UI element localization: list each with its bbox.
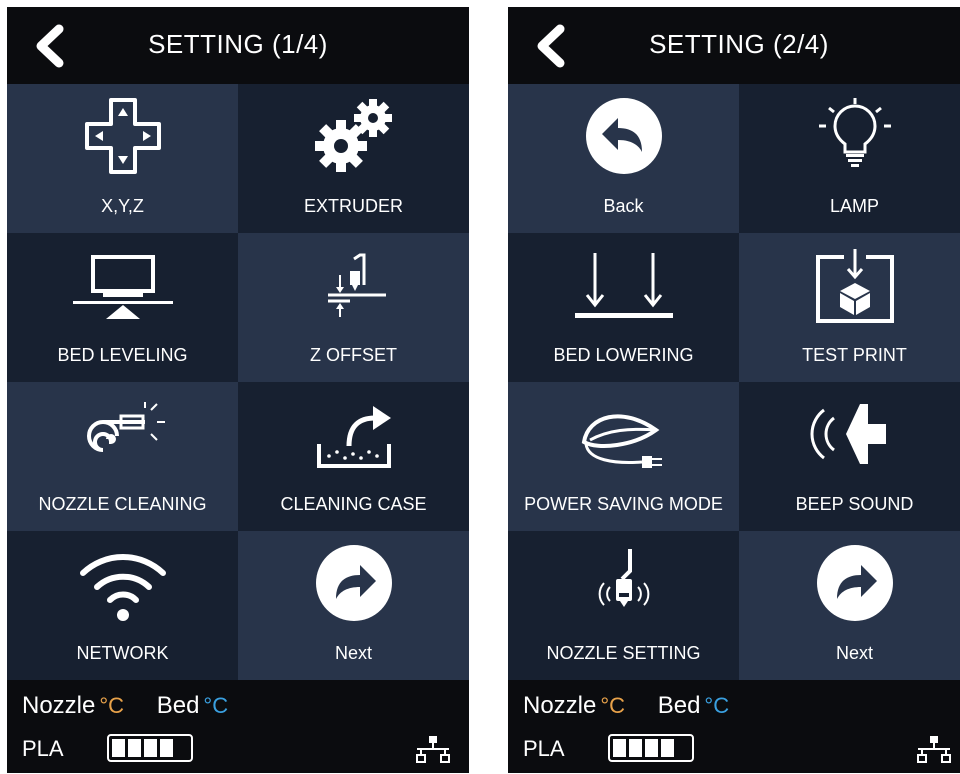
wifi-icon: [79, 554, 166, 621]
tile-label: X,Y,Z: [101, 196, 144, 216]
bed-lowering-icon: [574, 253, 673, 318]
tile-nozzle-cleaning[interactable]: NOZZLE CLEANING: [7, 382, 238, 531]
filament-level-indicator: [107, 734, 193, 762]
tile-label: CLEANING CASE: [280, 494, 427, 514]
settings-grid: Back LAMP BED LOWERING TEST PRINT POWER …: [508, 84, 960, 680]
tile-label: Back: [603, 196, 644, 216]
tile-next[interactable]: Next: [238, 531, 469, 680]
page-title: SETTING (2/4): [649, 29, 829, 59]
header: SETTING (2/4): [508, 7, 960, 84]
nozzle-label: Nozzle: [523, 692, 597, 719]
tile-nozzle-setting[interactable]: NOZZLE SETTING: [508, 531, 739, 680]
temperature-readout: Nozzle °C Bed °C: [523, 692, 733, 720]
tile-z-offset[interactable]: Z OFFSET: [238, 233, 469, 382]
nozzle-label: Nozzle: [22, 692, 96, 719]
tile-bed-leveling[interactable]: BED LEVELING: [7, 233, 238, 382]
power-saving-icon: [581, 414, 662, 468]
tile-extruder[interactable]: EXTRUDER: [238, 84, 469, 233]
tile-label: EXTRUDER: [303, 196, 403, 216]
tile-label: BEEP SOUND: [795, 494, 914, 514]
temperature-readout: Nozzle °C Bed °C: [22, 692, 232, 720]
bed-temp-unit: °C: [203, 693, 229, 718]
z-offset-icon: [327, 253, 386, 317]
tile-label: NETWORK: [76, 643, 169, 663]
tile-label: NOZZLE SETTING: [546, 643, 701, 663]
dpad-icon: [84, 98, 161, 174]
bed-label: Bed: [657, 692, 701, 719]
tile-bed-lowering[interactable]: BED LOWERING: [508, 233, 739, 382]
bed-temp-unit: °C: [704, 693, 730, 718]
setting-screen-2: SETTING (2/4) Back LAMP BED LOWERING TES…: [508, 7, 960, 773]
network-status-icon: [917, 736, 951, 763]
nozzle-temp-unit: °C: [600, 693, 626, 718]
tile-network[interactable]: NETWORK: [7, 531, 238, 680]
nozzle-temp-unit: °C: [99, 693, 125, 718]
page-title: SETTING (1/4): [148, 29, 328, 59]
tile-label: Next: [835, 643, 873, 663]
speaker-icon: [810, 404, 886, 464]
bed-label: Bed: [156, 692, 200, 719]
settings-grid: X,Y,Z EXTRUDER BED LEVELING Z OFFSET NOZ…: [7, 84, 469, 680]
network-status-icon: [416, 736, 450, 763]
tile-test-print[interactable]: TEST PRINT: [739, 233, 960, 382]
filament-level-indicator: [608, 734, 694, 762]
tile-next[interactable]: Next: [739, 531, 960, 680]
status-bar: Nozzle °C Bed °C PLA: [7, 680, 469, 773]
tile-label: NOZZLE CLEANING: [38, 494, 207, 514]
tile-label: TEST PRINT: [802, 345, 907, 365]
tile-label: LAMP: [829, 196, 880, 216]
lamp-icon: [818, 98, 891, 167]
tile-back[interactable]: Back: [508, 84, 739, 233]
tile-cleaning-case[interactable]: CLEANING CASE: [238, 382, 469, 531]
next-arrow-icon: [816, 545, 893, 621]
tile-label: BED LOWERING: [553, 345, 694, 365]
nozzle-cleaning-icon: [86, 402, 165, 452]
tile-xyz[interactable]: X,Y,Z: [7, 84, 238, 233]
bed-leveling-icon: [72, 255, 173, 319]
tile-label: BED LEVELING: [57, 345, 188, 365]
back-arrow-icon: [585, 98, 662, 174]
tile-label: POWER SAVING MODE: [524, 494, 723, 514]
material-label: PLA: [22, 736, 64, 761]
gears-icon: [314, 99, 392, 172]
test-print-icon: [815, 249, 894, 323]
material-label: PLA: [523, 736, 565, 761]
tile-lamp[interactable]: LAMP: [739, 84, 960, 233]
header: SETTING (1/4): [7, 7, 469, 84]
next-arrow-icon: [315, 545, 392, 621]
tile-label: Next: [334, 643, 372, 663]
cleaning-case-icon: [316, 406, 391, 468]
tile-power-saving-mode[interactable]: POWER SAVING MODE: [508, 382, 739, 531]
tile-beep-sound[interactable]: BEEP SOUND: [739, 382, 960, 531]
setting-screen-1: SETTING (1/4) X,Y,Z EXTRUDER BED LEVELIN…: [7, 7, 469, 773]
status-bar: Nozzle °C Bed °C PLA: [508, 680, 960, 773]
tile-label: Z OFFSET: [310, 345, 397, 365]
nozzle-setting-icon: [598, 549, 649, 607]
